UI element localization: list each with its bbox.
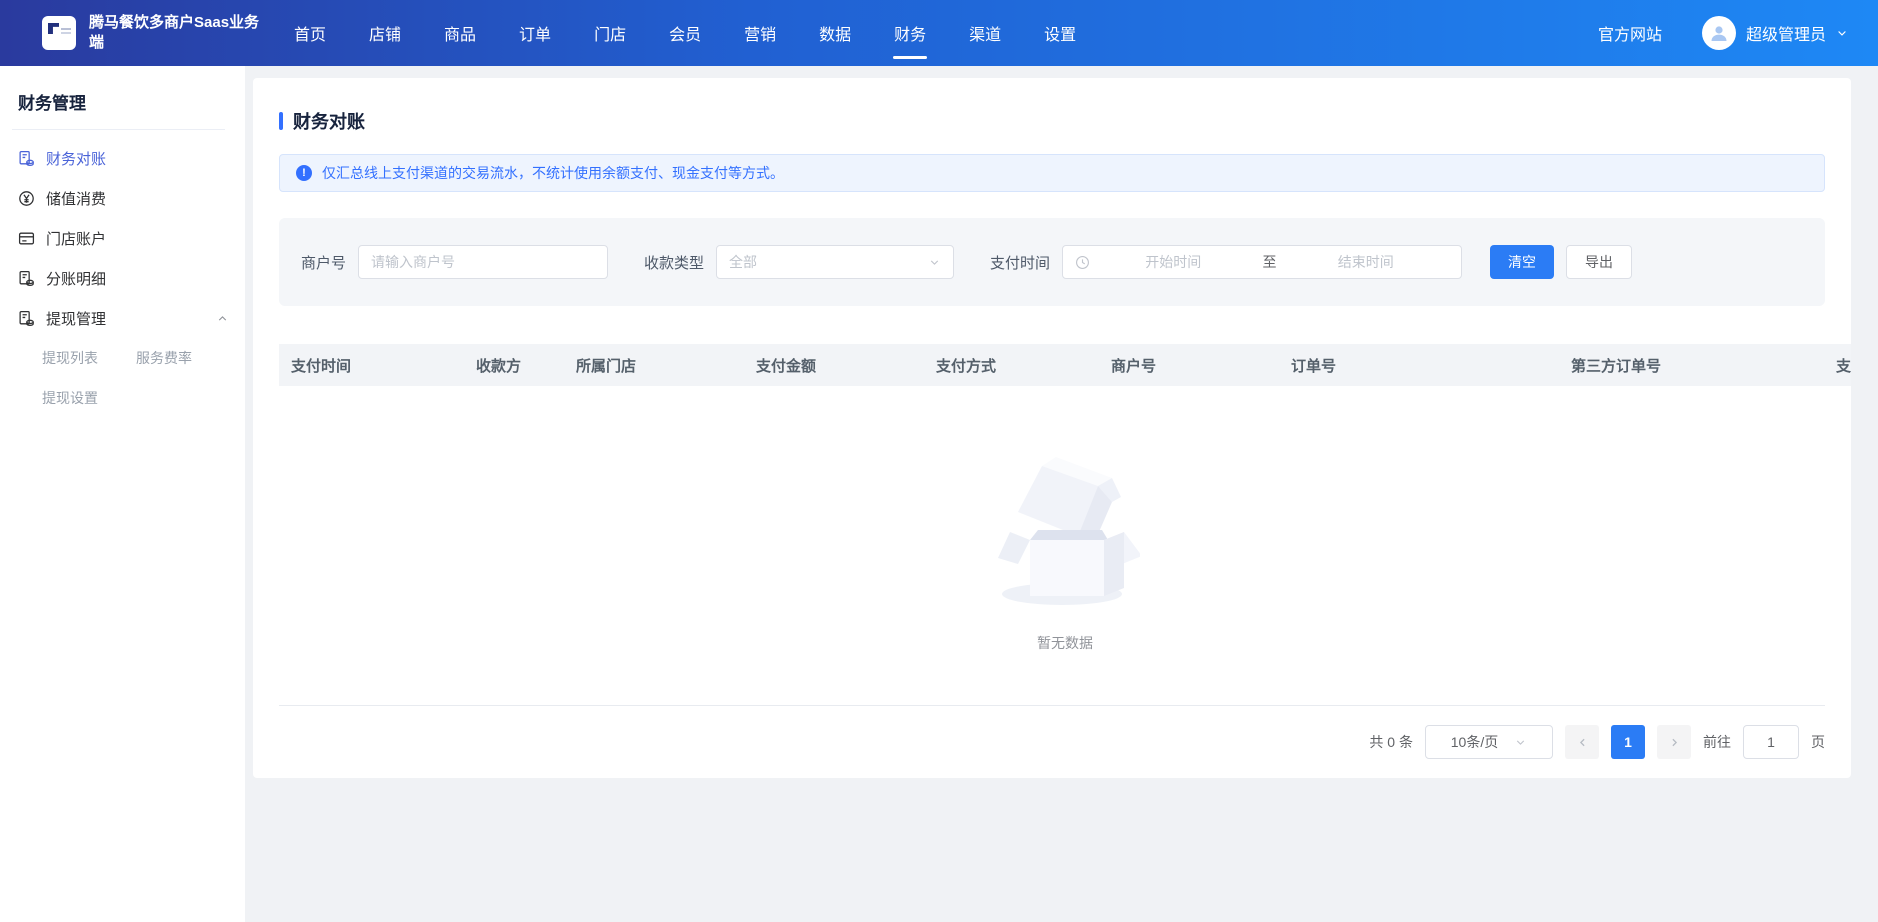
next-page-button[interactable] (1657, 725, 1691, 759)
payment-type-select[interactable]: 全部 (716, 245, 954, 279)
page-number-1[interactable]: 1 (1611, 725, 1645, 759)
col-third-party-order-id: 第三方订单号 (1559, 355, 1824, 376)
page-layout: 财务管理 财务对账 储值消费 门店账户 (0, 66, 1878, 922)
payment-time-label: 支付时间 (990, 252, 1050, 273)
total-count: 共 0 条 (1369, 732, 1413, 752)
user-icon (1708, 22, 1730, 44)
sidebar-subitem-service-rate[interactable]: 服务费率 (136, 338, 230, 378)
export-button[interactable]: 导出 (1566, 245, 1632, 279)
main-nav: 首页 店铺 商品 订单 门店 会员 营销 数据 财务 渠道 设置 (292, 0, 1078, 68)
sidebar-divider (12, 129, 225, 130)
sidebar-item-label: 分账明细 (46, 268, 106, 289)
title-accent-bar (279, 112, 283, 130)
prev-page-button[interactable] (1565, 725, 1599, 759)
user-menu[interactable]: 超级管理员 (1702, 16, 1848, 50)
start-time-input[interactable]: 开始时间 (1090, 252, 1257, 272)
sidebar-item-financial-reconciliation[interactable]: 财务对账 (0, 138, 245, 178)
top-navbar: 腾马餐饮多商户Saas业务端 首页 店铺 商品 订单 门店 会员 营销 数据 财… (0, 0, 1878, 66)
nav-item-order[interactable]: 订单 (517, 0, 553, 68)
col-payee: 收款方 (464, 355, 564, 376)
range-separator: 至 (1257, 252, 1283, 272)
sidebar: 财务管理 财务对账 储值消费 门店账户 (0, 66, 245, 922)
page-unit-label: 页 (1811, 732, 1825, 752)
app-title: 腾马餐饮多商户Saas业务端 (89, 13, 267, 53)
nav-item-shop[interactable]: 店铺 (367, 0, 403, 68)
col-order-id: 订单号 (1279, 355, 1559, 376)
main-content: 财务对账 ! 仅汇总线上支付渠道的交易流水，不统计使用余额支付、现金支付等方式。… (245, 66, 1878, 922)
ledger-coins-icon (18, 150, 35, 167)
avatar (1702, 16, 1736, 50)
nav-item-finance[interactable]: 财务 (892, 0, 928, 68)
nav-item-channel[interactable]: 渠道 (967, 0, 1003, 68)
yen-circle-icon (18, 190, 35, 207)
ledger-coins-icon (18, 310, 35, 327)
goto-label: 前往 (1703, 732, 1731, 752)
clock-icon (1075, 255, 1090, 270)
nav-item-store[interactable]: 门店 (592, 0, 628, 68)
nav-item-product[interactable]: 商品 (442, 0, 478, 68)
payment-type-label: 收款类型 (644, 252, 704, 273)
col-payment-amount: 支付金额 (744, 355, 924, 376)
nav-item-settings[interactable]: 设置 (1042, 0, 1078, 68)
alert-text: 仅汇总线上支付渠道的交易流水，不统计使用余额支付、现金支付等方式。 (322, 163, 784, 183)
chevron-down-icon (1514, 736, 1527, 749)
nav-item-member[interactable]: 会员 (667, 0, 703, 68)
sidebar-item-label: 储值消费 (46, 188, 106, 209)
chevron-down-icon (1836, 27, 1848, 39)
nav-item-home[interactable]: 首页 (292, 0, 328, 68)
page-title: 财务对账 (293, 108, 365, 134)
sidebar-item-stored-value-consumption[interactable]: 储值消费 (0, 178, 245, 218)
chevron-left-icon (1576, 736, 1589, 749)
user-name: 超级管理员 (1746, 21, 1826, 45)
sidebar-item-withdrawal-management[interactable]: 提现管理 (0, 298, 245, 338)
goto-page-input[interactable] (1743, 725, 1799, 759)
bank-card-icon (18, 230, 35, 247)
end-time-input[interactable]: 结束时间 (1283, 252, 1450, 272)
sidebar-title: 财务管理 (0, 66, 245, 129)
nav-item-marketing[interactable]: 营销 (742, 0, 778, 68)
app-logo-icon (42, 16, 76, 50)
pagination: 共 0 条 10条/页 1 前 (1369, 706, 1825, 778)
reconciliation-table: 支付时间 收款方 所属门店 支付金额 支付方式 商户号 订单号 第三方订单号 支… (279, 344, 1851, 653)
sidebar-item-label: 提现管理 (46, 308, 106, 329)
chevron-up-icon[interactable] (216, 312, 229, 325)
sidebar-submenu: 提现列表 服务费率 提现设置 (0, 338, 240, 418)
brand[interactable]: 腾马餐饮多商户Saas业务端 (42, 13, 292, 53)
info-icon: ! (296, 165, 312, 181)
col-payment-method: 支付方式 (924, 355, 1099, 376)
col-payment-time: 支付时间 (279, 355, 464, 376)
empty-box-illustration (990, 444, 1140, 609)
empty-text: 暂无数据 (1037, 633, 1093, 653)
empty-state: 暂无数据 (279, 444, 1851, 653)
official-site-link[interactable]: 官方网站 (1598, 21, 1662, 45)
col-merchant-id: 商户号 (1099, 355, 1279, 376)
sidebar-item-label: 财务对账 (46, 148, 106, 169)
sidebar-subitem-withdrawal-settings[interactable]: 提现设置 (42, 378, 136, 418)
chevron-right-icon (1668, 736, 1681, 749)
payment-type-value: 全部 (729, 252, 757, 272)
merchant-id-input[interactable] (358, 245, 608, 279)
clear-button[interactable]: 清空 (1490, 245, 1554, 279)
sidebar-subitem-withdrawal-list[interactable]: 提现列表 (42, 338, 136, 378)
ledger-coins-icon (18, 270, 35, 287)
sidebar-item-label: 门店账户 (46, 228, 106, 249)
col-store: 所属门店 (564, 355, 744, 376)
chevron-down-icon (928, 256, 941, 269)
content-card: 财务对账 ! 仅汇总线上支付渠道的交易流水，不统计使用余额支付、现金支付等方式。… (253, 78, 1851, 778)
page-size-value: 10条/页 (1451, 732, 1498, 752)
filter-panel: 商户号 收款类型 全部 支付时间 (279, 218, 1825, 306)
merchant-id-label: 商户号 (301, 252, 346, 273)
page-size-select[interactable]: 10条/页 (1425, 725, 1553, 759)
navbar-right: 官方网站 超级管理员 (1598, 16, 1848, 50)
nav-item-data[interactable]: 数据 (817, 0, 853, 68)
payment-time-range-picker[interactable]: 开始时间 至 结束时间 (1062, 245, 1462, 279)
page-title-row: 财务对账 (253, 78, 1851, 134)
sidebar-item-split-account-detail[interactable]: 分账明细 (0, 258, 245, 298)
info-alert: ! 仅汇总线上支付渠道的交易流水，不统计使用余额支付、现金支付等方式。 (279, 154, 1825, 192)
col-payment-clipped: 支付 (1824, 355, 1851, 376)
table-header-row: 支付时间 收款方 所属门店 支付金额 支付方式 商户号 订单号 第三方订单号 支… (279, 344, 1851, 386)
sidebar-item-store-account[interactable]: 门店账户 (0, 218, 245, 258)
